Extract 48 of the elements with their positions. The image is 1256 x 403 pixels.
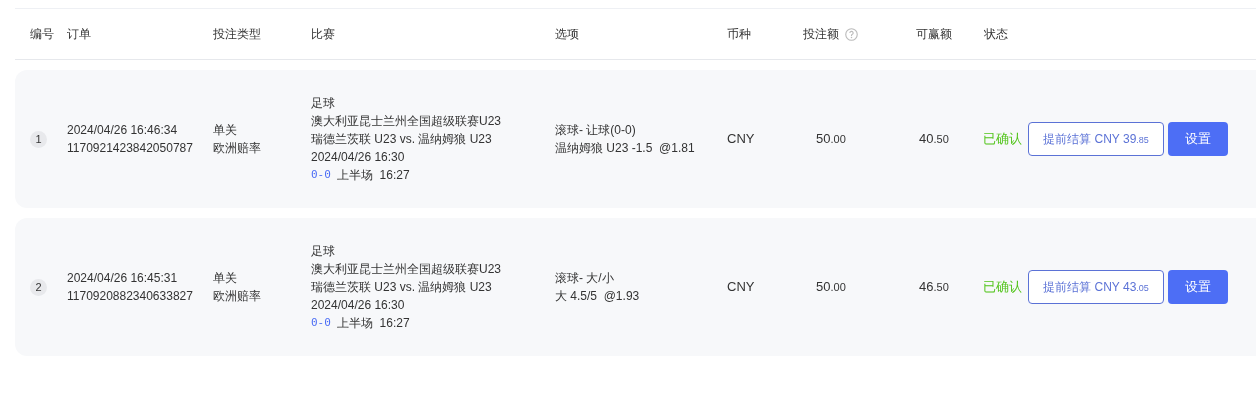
settings-button[interactable]: 设置: [1168, 270, 1228, 304]
odds-type: 欧洲赔率: [213, 288, 262, 305]
column-header: 状态: [984, 26, 1008, 43]
row-number: 1: [30, 130, 47, 148]
kickoff-time: 2024/04/26 16:30: [311, 149, 406, 166]
settings-button[interactable]: 设置: [1168, 122, 1228, 156]
league: 澳大利亚昆士兰州全国超级联赛U23: [311, 113, 502, 130]
selection: 大 4.5/5 @1.93: [555, 288, 641, 305]
score: 0-0: [311, 167, 331, 183]
match-period: 上半场 16:27: [336, 315, 410, 332]
stake-amount: 50.00: [816, 131, 846, 146]
win-amount: 40.50: [919, 131, 949, 146]
order-time: 2024/04/26 16:46:34: [67, 122, 179, 139]
order-id: 1170921423842050787: [67, 140, 194, 157]
match-period: 上半场 16:27: [336, 167, 410, 184]
help-icon[interactable]: [845, 27, 858, 41]
odds-type: 欧洲赔率: [213, 140, 262, 157]
column-header: 订单: [67, 26, 91, 43]
kickoff-time: 2024/04/26 16:30: [311, 297, 406, 314]
cash-out-button[interactable]: 提前结算 CNY 43.05: [1028, 270, 1164, 304]
column-header: 编号: [30, 26, 54, 43]
bet-type: 单关: [213, 122, 238, 139]
market: 滚球- 让球(0-0): [555, 122, 637, 139]
status: 已确认: [983, 278, 1022, 296]
sport: 足球: [311, 243, 336, 260]
market: 滚球- 大/小: [555, 270, 615, 287]
column-header: 比赛: [311, 26, 335, 43]
status: 已确认: [983, 130, 1022, 148]
teams: 瑞德兰茨联 U23 vs. 温纳姆狼 U23: [311, 131, 493, 148]
column-header: 币种: [727, 26, 751, 43]
column-header: 投注类型: [213, 26, 261, 43]
order-id: 1170920882340633827: [67, 288, 194, 305]
column-header: 选项: [555, 26, 579, 43]
column-header: 投注额: [803, 26, 839, 43]
win-amount: 46.50: [919, 279, 949, 294]
order-time: 2024/04/26 16:45:31: [67, 270, 179, 287]
league: 澳大利亚昆士兰州全国超级联赛U23: [311, 261, 502, 278]
column-header: 可赢额: [916, 26, 952, 43]
sport: 足球: [311, 95, 336, 112]
teams: 瑞德兰茨联 U23 vs. 温纳姆狼 U23: [311, 279, 493, 296]
currency: CNY: [727, 279, 755, 294]
score: 0-0: [311, 315, 331, 331]
currency: CNY: [727, 131, 755, 146]
selection: 温纳姆狼 U23 -1.5 @1.81: [555, 140, 696, 157]
bet-type: 单关: [213, 270, 238, 287]
row-number: 2: [30, 278, 47, 296]
cash-out-button[interactable]: 提前结算 CNY 39.85: [1028, 122, 1164, 156]
stake-amount: 50.00: [816, 279, 846, 294]
